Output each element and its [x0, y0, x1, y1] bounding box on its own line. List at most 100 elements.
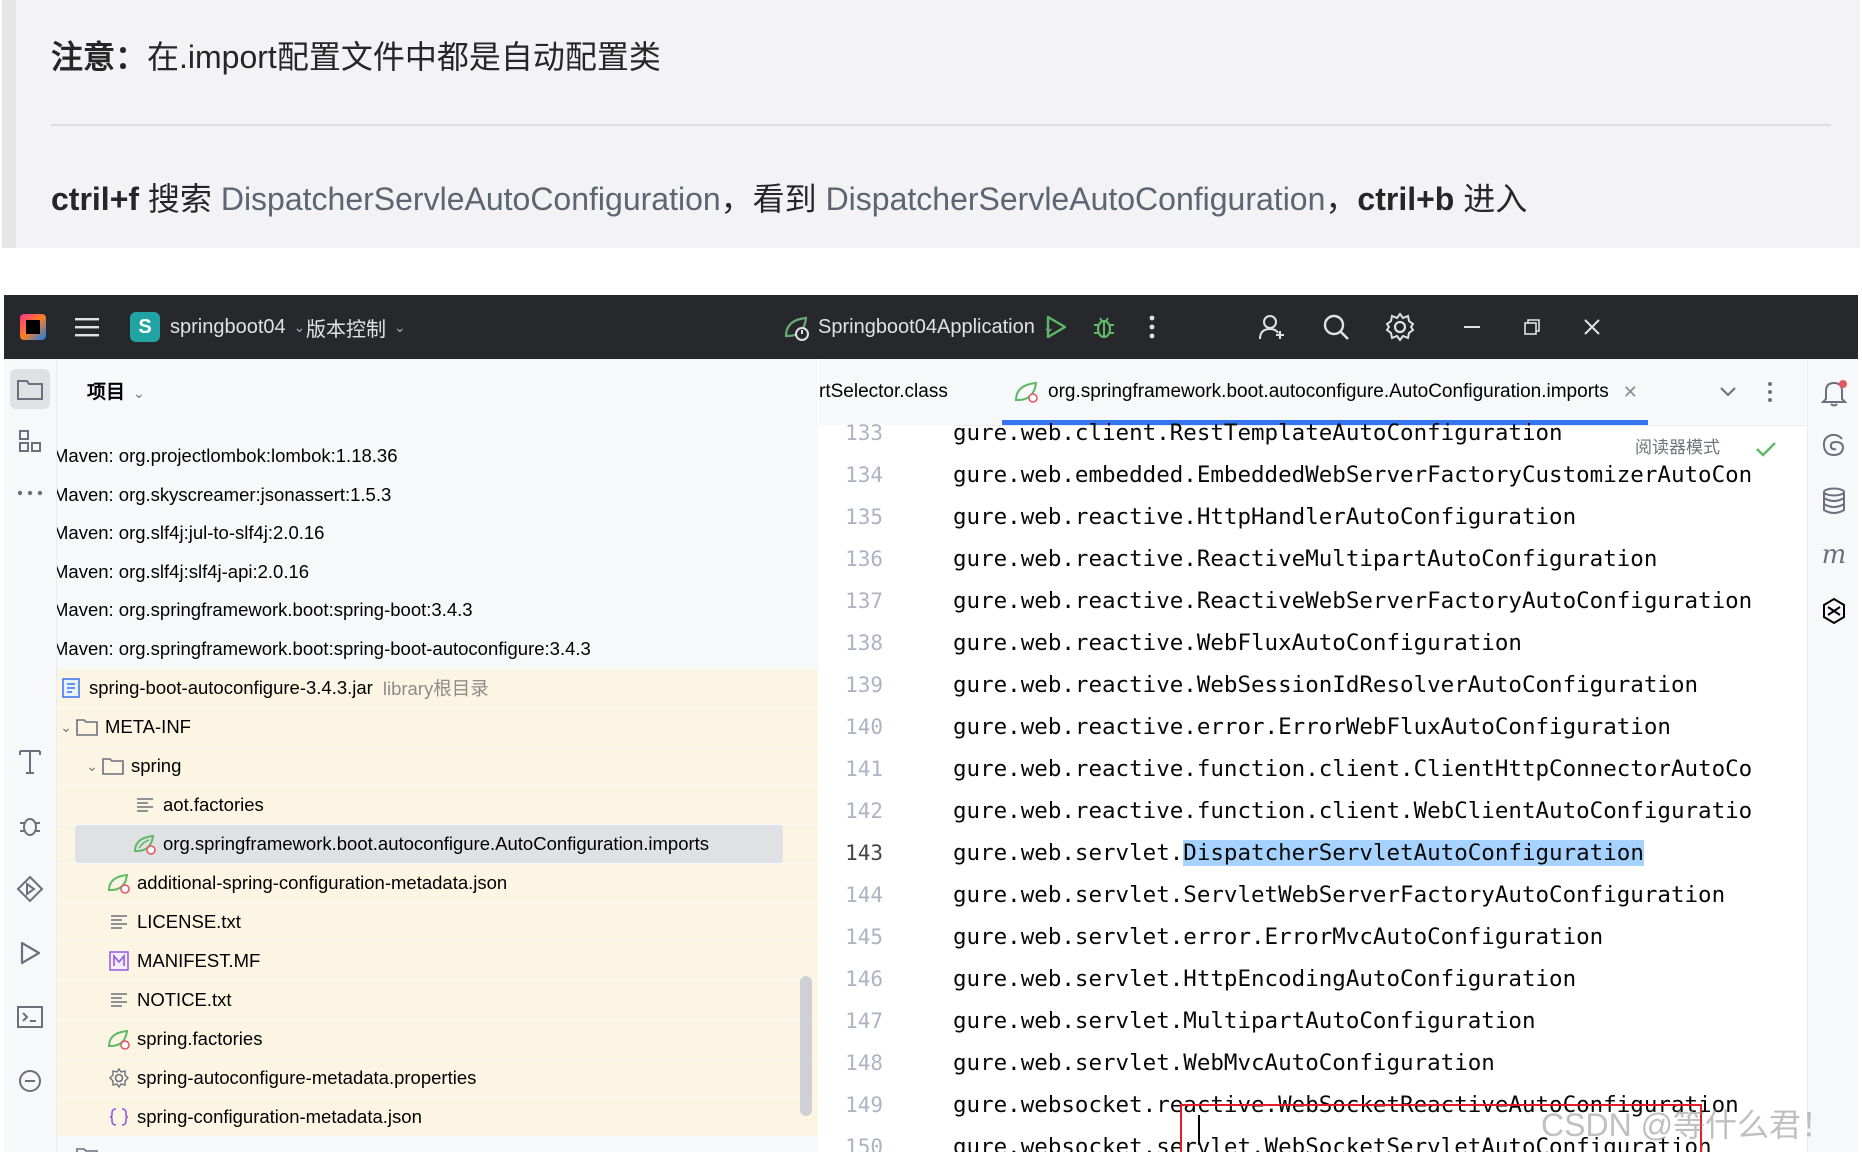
run-config-selector[interactable]: Springboot04Application ⌄: [782, 295, 1055, 359]
app-logo-icon[interactable]: [20, 295, 46, 359]
ai-assistant-icon[interactable]: [1814, 425, 1854, 465]
code-line[interactable]: gure.web.reactive.ReactiveWebServerFacto…: [953, 581, 1806, 621]
more-tools-icon[interactable]: [10, 473, 50, 513]
tree-row-label: additional-spring-configuration-metadata…: [137, 872, 508, 893]
code-line[interactable]: gure.web.reactive.HttpHandlerAutoConfigu…: [953, 497, 1806, 537]
note-text: ，看到: [720, 181, 826, 217]
note-text: 进入: [1454, 181, 1528, 217]
code-line[interactable]: gure.web.embedded.EmbeddedWebServerFacto…: [953, 455, 1806, 495]
tree-row-file[interactable]: spring-autoconfigure-metadata.properties: [57, 1059, 818, 1097]
project-name: springboot04: [170, 315, 286, 338]
debug-tool-icon[interactable]: [10, 805, 50, 845]
note-divider: [51, 124, 1831, 126]
code-line[interactable]: gure.web.servlet.ServletWebServerFactory…: [953, 875, 1806, 915]
main-menu-icon[interactable]: [74, 295, 100, 359]
code-line[interactable]: gure.web.servlet.HttpEncodingAutoConfigu…: [953, 959, 1806, 999]
line-number: 148: [845, 1051, 883, 1075]
restore-icon[interactable]: [1510, 295, 1554, 359]
tree-row-file[interactable]: additional-spring-configuration-metadata…: [57, 864, 818, 902]
tree-row[interactable]: Maven: org.skyscreamer:jsonassert:1.5.3: [57, 476, 814, 514]
tree-row-file[interactable]: spring.factories: [57, 1020, 818, 1058]
folder-icon: [75, 1145, 99, 1152]
library-root-hint: library根目录: [382, 678, 489, 699]
line-number: 138: [845, 631, 883, 655]
close-icon[interactable]: [1570, 295, 1614, 359]
project-panel-header[interactable]: 项目 ⌄: [87, 377, 145, 404]
search-icon[interactable]: [1314, 295, 1358, 359]
tab-selector-class[interactable]: rtSelector.class: [819, 359, 948, 425]
chevron-right-icon[interactable]: ›: [57, 1148, 75, 1152]
gradle-elephant-icon[interactable]: [1814, 591, 1854, 631]
tree-row-folder[interactable]: ⌄ META-INF: [57, 708, 818, 746]
tree-row[interactable]: Maven: org.slf4j:jul-to-slf4j:2.0.16: [57, 514, 814, 552]
tree-row-folder[interactable]: ⌄ spring: [57, 747, 818, 785]
project-folder-icon[interactable]: [10, 369, 50, 409]
tree-row-label: Maven: org.slf4j:jul-to-slf4j:2.0.16: [57, 522, 325, 543]
tree-row-label: spring-autoconfigure-metadata.properties: [137, 1067, 477, 1088]
tree-row-label: LICENSE.txt: [137, 911, 241, 932]
text-tool-icon[interactable]: [10, 741, 50, 781]
code-line[interactable]: gure.web.reactive.error.ErrorWebFluxAuto…: [953, 707, 1806, 747]
editor-pane: rtSelector.class org.springframework.boo…: [819, 359, 1806, 1152]
code-line-current[interactable]: gure.web.servlet.DispatcherServletAutoCo…: [953, 833, 1806, 873]
code-line[interactable]: gure.web.reactive.function.client.WebCli…: [953, 791, 1806, 831]
line-number: 133: [845, 421, 883, 445]
spring-file-icon: [107, 872, 131, 894]
vcs-label: 版本控制: [306, 318, 386, 341]
tree-row[interactable]: Maven: org.springframework.boot:spring-b…: [57, 630, 814, 668]
minimize-icon[interactable]: [1450, 295, 1494, 359]
spring-boot-icon: [784, 316, 809, 341]
folder-icon: [101, 755, 125, 777]
chevron-down-icon[interactable]: ⌄: [57, 719, 75, 736]
run-icon[interactable]: [1034, 295, 1078, 359]
inline-code: DispatcherServleAutoConfiguration: [825, 181, 1326, 217]
database-icon[interactable]: [1814, 481, 1854, 521]
tree-row-file[interactable]: spring-configuration-metadata.json: [57, 1098, 818, 1136]
tree-row-file[interactable]: aot.factories: [57, 786, 818, 824]
tree-row-jar[interactable]: spring-boot-autoconfigure-3.4.3.jar libra…: [57, 669, 818, 707]
code-line[interactable]: gure.web.servlet.error.ErrorMvcAutoConfi…: [953, 917, 1806, 957]
tree-row[interactable]: Maven: org.springframework.boot:spring-b…: [57, 591, 814, 629]
note-left-bar: [2, 0, 16, 248]
vcs-menu[interactable]: 版本控制 ⌄: [306, 295, 406, 359]
tree-row[interactable]: Maven: org.slf4j:slf4j-api:2.0.16: [57, 553, 814, 591]
structure-icon[interactable]: [10, 421, 50, 461]
code-line[interactable]: gure.web.reactive.function.client.Client…: [953, 749, 1806, 789]
project-scrollbar[interactable]: [800, 976, 812, 1116]
run-tool-icon[interactable]: [10, 933, 50, 973]
settings-gear-icon[interactable]: [1378, 295, 1422, 359]
text-file-icon: [133, 794, 157, 816]
add-user-icon[interactable]: [1250, 295, 1294, 359]
json-file-icon: [107, 1106, 131, 1128]
chevron-down-icon[interactable]: ⌄: [83, 758, 101, 775]
code-line[interactable]: gure.web.reactive.WebFluxAutoConfigurati…: [953, 623, 1806, 663]
tree-row-file-selected[interactable]: org.springframework.boot.autoconfigure.A…: [57, 825, 818, 863]
project-selector[interactable]: S springboot04 ⌄: [130, 295, 305, 359]
reader-mode-label[interactable]: 阅读器模式: [1635, 433, 1777, 458]
code-line[interactable]: gure.web.servlet.WebMvcAutoConfiguration: [953, 1043, 1806, 1083]
problems-icon[interactable]: [10, 1061, 50, 1101]
line-number: 141: [845, 757, 883, 781]
notifications-bell-icon[interactable]: [1814, 373, 1854, 413]
services-icon[interactable]: [10, 869, 50, 909]
tree-row-folder[interactable]: › org: [57, 1137, 818, 1152]
maven-icon[interactable]: m: [1814, 535, 1854, 575]
tree-row-label: spring.factories: [137, 1028, 263, 1049]
terminal-icon[interactable]: [10, 997, 50, 1037]
code-line[interactable]: gure.web.reactive.WebSessionIdResolverAu…: [953, 665, 1806, 705]
more-actions-icon[interactable]: [1130, 295, 1174, 359]
tree-row-file[interactable]: LICENSE.txt: [57, 903, 818, 941]
line-number: 144: [845, 883, 883, 907]
debug-icon[interactable]: [1082, 295, 1126, 359]
tree-row-file[interactable]: NOTICE.txt: [57, 981, 818, 1019]
code-line[interactable]: gure.web.reactive.ReactiveMultipartAutoC…: [953, 539, 1806, 579]
code-line[interactable]: gure.web.servlet.MultipartAutoConfigurat…: [953, 1001, 1806, 1041]
tree-row-file[interactable]: MANIFEST.MF: [57, 942, 818, 980]
shortcut-goto: ctril+b: [1357, 181, 1455, 217]
line-number: 136: [845, 547, 883, 571]
project-panel: 项目 ⌄ Maven: org.projectlombok:lombok:1.18…: [57, 359, 818, 1152]
close-tab-icon[interactable]: ✕: [1623, 382, 1638, 403]
line-number: 137: [845, 589, 883, 613]
tree-row[interactable]: Maven: org.projectlombok:lombok:1.18.36: [57, 437, 814, 475]
line-number: 140: [845, 715, 883, 739]
